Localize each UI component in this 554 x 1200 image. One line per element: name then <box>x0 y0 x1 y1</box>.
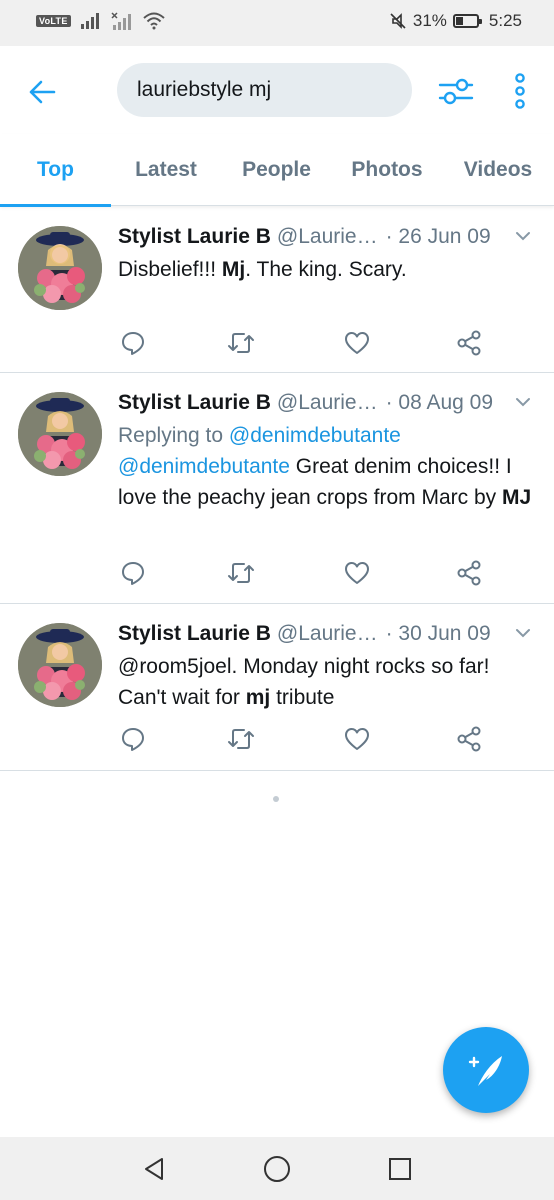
author-name[interactable]: Stylist Laurie B <box>118 391 271 415</box>
tweet-text: @room5joel. Monday night rocks so far! C… <box>118 655 490 709</box>
chevron-down-icon <box>516 398 530 407</box>
signal-nosim-icon <box>111 12 131 30</box>
tweet-actions <box>118 558 498 588</box>
retweet-button[interactable] <box>226 724 256 754</box>
status-bar: VoLTE 31% 5:25 <box>0 0 554 46</box>
battery-icon <box>452 14 482 28</box>
retweet-button[interactable] <box>226 328 256 358</box>
avatar[interactable] <box>18 623 102 707</box>
comment-icon <box>122 332 144 355</box>
tweet-actions <box>118 724 498 754</box>
system-nav-bar <box>0 1137 554 1200</box>
triangle-back-icon <box>145 1158 163 1180</box>
nav-back-button[interactable] <box>138 1153 170 1185</box>
tab-people[interactable]: People <box>221 134 332 206</box>
tweet-header: Stylist Laurie B @Laurie… · 30 Jun 09 <box>118 620 534 648</box>
share-icon <box>457 726 481 752</box>
tab-videos[interactable]: Videos <box>442 134 554 206</box>
like-button[interactable] <box>342 328 372 358</box>
author-handle[interactable]: @Laurie… <box>277 225 378 249</box>
replying-label: Replying to <box>118 424 229 447</box>
chevron-down-icon <box>516 232 530 241</box>
tweet-menu-button[interactable] <box>512 622 534 644</box>
author-name[interactable]: Stylist Laurie B <box>118 622 271 646</box>
like-button[interactable] <box>342 724 372 754</box>
tweet-date[interactable]: · 08 Aug 09 <box>386 391 493 415</box>
search-filter-button[interactable] <box>436 71 476 111</box>
comment-icon <box>122 728 144 751</box>
retweet-icon <box>228 729 254 749</box>
highlight-term: MJ <box>502 486 532 509</box>
arrow-left-icon <box>29 80 56 104</box>
avatar[interactable] <box>18 226 102 310</box>
wifi-icon <box>143 12 165 30</box>
author-handle[interactable]: @Laurie… <box>277 391 378 415</box>
nav-recents-button[interactable] <box>384 1153 416 1185</box>
feather-plus-icon <box>468 1056 502 1086</box>
heart-icon <box>345 562 369 584</box>
share-icon <box>457 560 481 586</box>
heart-icon <box>345 332 369 354</box>
more-options-button[interactable] <box>506 71 534 111</box>
chevron-down-icon <box>516 629 530 638</box>
mention-link[interactable]: @denimdebutante <box>118 455 290 478</box>
mute-icon <box>390 13 406 29</box>
compose-tweet-button[interactable] <box>443 1027 529 1113</box>
tweet-header: Stylist Laurie B @Laurie… · 26 Jun 09 <box>118 223 534 251</box>
search-tabs: Top Latest People Photos Videos <box>0 134 554 207</box>
tweet-text: Replying to @denimdebutante @denimdebutan… <box>118 424 532 509</box>
highlight-term: Mj <box>221 258 246 281</box>
tweet-date[interactable]: · 30 Jun 09 <box>386 622 491 646</box>
clock: 5:25 <box>488 11 522 30</box>
share-button[interactable] <box>454 724 484 754</box>
battery-percent: 31% <box>412 11 447 30</box>
tweet-date[interactable]: · 26 Jun 09 <box>386 225 491 249</box>
volte-badge: VoLTE <box>36 15 71 27</box>
retweet-icon <box>228 333 254 353</box>
square-recents-icon <box>389 1158 411 1180</box>
tab-top[interactable]: Top <box>0 134 111 207</box>
search-header <box>0 46 554 134</box>
back-button[interactable] <box>22 72 62 112</box>
search-field[interactable] <box>117 63 412 117</box>
share-button[interactable] <box>454 558 484 588</box>
circle-home-icon <box>264 1156 290 1182</box>
highlight-term: mj <box>245 686 271 709</box>
tweet-header: Stylist Laurie B @Laurie… · 08 Aug 09 <box>118 389 534 417</box>
reply-button[interactable] <box>118 724 148 754</box>
reply-button[interactable] <box>118 328 148 358</box>
tweet-text: Disbelief!!! Mj. The king. Scary. <box>118 258 407 281</box>
avatar[interactable] <box>18 392 102 476</box>
more-vertical-icon <box>515 73 525 109</box>
tweet-actions <box>118 328 498 358</box>
reply-button[interactable] <box>118 558 148 588</box>
tab-photos[interactable]: Photos <box>332 134 442 206</box>
search-input[interactable] <box>117 63 412 117</box>
author-handle[interactable]: @Laurie… <box>277 622 378 646</box>
share-icon <box>457 330 481 356</box>
tweet-menu-button[interactable] <box>512 391 534 413</box>
like-button[interactable] <box>342 558 372 588</box>
author-name[interactable]: Stylist Laurie B <box>118 225 271 249</box>
sliders-icon <box>438 78 474 105</box>
retweet-button[interactable] <box>226 558 256 588</box>
nav-home-button[interactable] <box>261 1153 293 1185</box>
replying-to-link[interactable]: @denimdebutante <box>229 424 401 447</box>
retweet-icon <box>228 563 254 583</box>
tweet[interactable]: Stylist Laurie B @Laurie… · 26 Jun 09 Di… <box>0 207 554 373</box>
share-button[interactable] <box>454 328 484 358</box>
heart-icon <box>345 728 369 750</box>
comment-icon <box>122 562 144 585</box>
tab-latest[interactable]: Latest <box>111 134 221 206</box>
tweet[interactable]: Stylist Laurie B @Laurie… · 30 Jun 09 @r… <box>0 604 554 771</box>
tweet-menu-button[interactable] <box>512 225 534 247</box>
tweet[interactable]: Stylist Laurie B @Laurie… · 08 Aug 09 Re… <box>0 373 554 604</box>
loading-indicator <box>273 796 279 802</box>
signal-icon <box>80 13 99 29</box>
